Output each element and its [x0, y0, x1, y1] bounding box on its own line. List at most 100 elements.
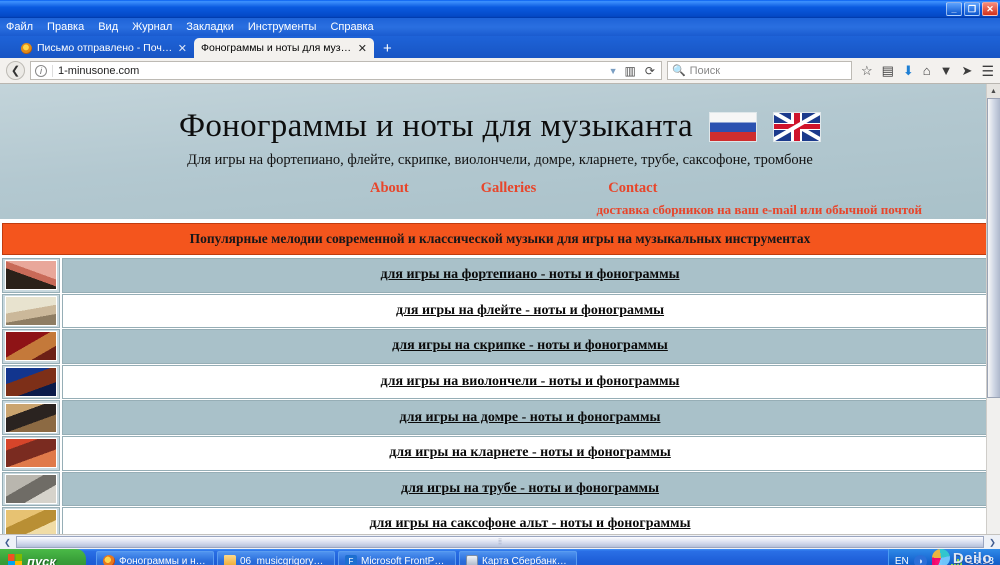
clock[interactable]: 15:13: [968, 555, 994, 565]
instrument-link[interactable]: для игры на саксофоне альт - ноты и фоно…: [369, 516, 690, 532]
domra-thumbnail-icon: [5, 402, 57, 433]
list-item[interactable]: для игры на скрипке - ноты и фонограммы: [2, 329, 998, 364]
close-button[interactable]: ✕: [982, 2, 998, 16]
language-indicator[interactable]: EN: [895, 556, 909, 565]
vertical-scroll-thumb[interactable]: [987, 98, 1000, 398]
web-page: Фонограммы и ноты для музыканта Для игры…: [0, 84, 1000, 534]
chevron-down-icon[interactable]: ▼: [609, 66, 618, 76]
url-input[interactable]: 1-minusone.com: [52, 64, 604, 77]
menu-history[interactable]: Журнал: [132, 21, 172, 33]
scroll-up-arrow-icon[interactable]: ▲: [987, 84, 1000, 98]
scroll-left-arrow-icon[interactable]: ❮: [0, 538, 15, 547]
instrument-link[interactable]: для игры на фортепиано - ноты и фонограм…: [380, 267, 679, 283]
vertical-scrollbar[interactable]: ▲: [986, 84, 1000, 534]
pocket-icon[interactable]: ▼: [940, 64, 953, 77]
link-cell[interactable]: для игры на флейте - ноты и фонограммы: [62, 293, 998, 329]
thumbnail-cell[interactable]: [2, 293, 60, 329]
link-cell[interactable]: для игры на виолончели - ноты и фонограм…: [62, 364, 998, 400]
tab-close-icon[interactable]: ✕: [178, 42, 187, 55]
start-button[interactable]: пуск: [0, 549, 86, 565]
window-controls: _ ❐ ✕: [946, 2, 998, 16]
security-shield-icon[interactable]: ◑: [913, 554, 927, 565]
uk-flag-icon[interactable]: [772, 111, 821, 142]
menu-edit[interactable]: Правка: [47, 21, 84, 33]
list-item[interactable]: для игры на домре - ноты и фонограммы: [2, 400, 998, 435]
link-cell[interactable]: для игры на скрипке - ноты и фонограммы: [62, 329, 998, 364]
link-cell[interactable]: для игры на кларнете - ноты и фонограммы: [62, 435, 998, 471]
tab-mail[interactable]: Письмо отправлено - Почта ... ✕: [14, 38, 194, 58]
link-cell[interactable]: для игры на фортепиано - ноты и фонограм…: [62, 258, 998, 293]
instrument-list: для игры на фортепиано - ноты и фонограм…: [0, 258, 1000, 534]
toolbar-icons: ☆ ▤ ⬇ ⌂ ▼ ➤ ☰: [857, 64, 994, 78]
menu-file[interactable]: Файл: [6, 21, 33, 33]
home-icon[interactable]: ⌂: [923, 64, 931, 77]
task-label: Карта Сбербанка.d...: [482, 555, 570, 565]
link-cell[interactable]: для игры на саксофоне альт - ноты и фоно…: [62, 507, 998, 534]
site-nav: About Galleries Contact: [0, 180, 1000, 197]
thumbnail-cell[interactable]: [2, 435, 60, 471]
instrument-link[interactable]: для игры на трубе - ноты и фонограммы: [401, 481, 659, 497]
clarinet-thumbnail-icon: [5, 438, 57, 469]
instrument-link[interactable]: для игры на виолончели - ноты и фонограм…: [381, 374, 680, 390]
instrument-link[interactable]: для игры на флейте - ноты и фонограммы: [396, 303, 664, 319]
bookmark-star-icon[interactable]: ☆: [861, 64, 873, 77]
thumbnail-cell[interactable]: [2, 329, 60, 364]
list-item[interactable]: для игры на виолончели - ноты и фонограм…: [2, 364, 998, 400]
signal-strength-icon[interactable]: [950, 555, 963, 565]
list-item[interactable]: для игры на фортепиано - ноты и фонограм…: [2, 258, 998, 293]
instrument-link[interactable]: для игры на домре - ноты и фонограммы: [400, 410, 661, 426]
nav-galleries[interactable]: Galleries: [481, 180, 537, 197]
download-icon[interactable]: ⬇: [903, 64, 914, 77]
horizontal-scroll-thumb[interactable]: ⦙⦙: [16, 536, 984, 548]
send-icon[interactable]: ➤: [962, 64, 973, 77]
library-icon[interactable]: ▤: [882, 64, 894, 77]
scroll-right-arrow-icon[interactable]: ❯: [985, 538, 1000, 547]
taskbar-item-frontpage[interactable]: F Microsoft FrontPage -...: [338, 551, 456, 565]
thumbnail-cell[interactable]: [2, 258, 60, 293]
list-item[interactable]: для игры на кларнете - ноты и фонограммы: [2, 435, 998, 471]
site-info-icon[interactable]: i: [35, 64, 47, 77]
list-item[interactable]: для игры на трубе - ноты и фонограммы: [2, 471, 998, 507]
tab-label: Письмо отправлено - Почта ...: [37, 42, 173, 54]
new-tab-button[interactable]: +: [374, 40, 401, 58]
start-label: пуск: [27, 553, 56, 565]
network-icon[interactable]: ▣: [931, 554, 945, 565]
reader-mode-icon[interactable]: ▥: [623, 64, 638, 78]
thumbnail-cell[interactable]: [2, 400, 60, 435]
nav-contact[interactable]: Contact: [608, 180, 657, 197]
menu-tools[interactable]: Инструменты: [248, 21, 317, 33]
list-item[interactable]: для игры на флейте - ноты и фонограммы: [2, 293, 998, 329]
task-buttons: Фонограммы и ноты ... 06_musicgrigory_na…: [96, 551, 577, 565]
hamburger-menu-icon[interactable]: ☰: [981, 64, 994, 78]
promo-banner-text: Популярные мелодии современной и классич…: [189, 231, 811, 246]
task-label: Фонограммы и ноты ...: [119, 555, 207, 565]
thumbnail-cell[interactable]: [2, 471, 60, 507]
browser-window: _ ❐ ✕ Файл Правка Вид Журнал Закладки Ин…: [0, 0, 1000, 565]
menu-help[interactable]: Справка: [330, 21, 373, 33]
nav-about[interactable]: About: [370, 180, 409, 197]
tab-close-icon[interactable]: ✕: [358, 42, 367, 55]
instrument-link[interactable]: для игры на кларнете - ноты и фонограммы: [389, 445, 671, 461]
tab-site[interactable]: Фонограммы и ноты для музыка... ✕: [194, 38, 374, 58]
minimize-button[interactable]: _: [946, 2, 962, 16]
taskbar-item-document[interactable]: Карта Сбербанка.d...: [459, 551, 577, 565]
firefox-icon: [103, 555, 115, 565]
menu-view[interactable]: Вид: [98, 21, 118, 33]
taskbar-item-firefox[interactable]: Фонограммы и ноты ...: [96, 551, 214, 565]
link-cell[interactable]: для игры на трубе - ноты и фонограммы: [62, 471, 998, 507]
cello-thumbnail-icon: [5, 367, 57, 398]
list-item[interactable]: для игры на саксофоне альт - ноты и фоно…: [2, 507, 998, 534]
thumbnail-cell[interactable]: [2, 364, 60, 400]
back-button[interactable]: ❮: [6, 61, 25, 80]
reload-icon[interactable]: ⟳: [643, 64, 657, 78]
link-cell[interactable]: для игры на домре - ноты и фонограммы: [62, 400, 998, 435]
search-input[interactable]: 🔍 Поиск: [666, 61, 852, 80]
thumbnail-cell[interactable]: [2, 507, 60, 534]
russian-flag-icon[interactable]: [708, 111, 757, 142]
url-bar[interactable]: i 1-minusone.com ▼ ▥ ⟳: [30, 61, 662, 80]
taskbar-item-folder[interactable]: 06_musicgrigory_nar...: [217, 551, 335, 565]
restore-button[interactable]: ❐: [964, 2, 980, 16]
menu-bookmarks[interactable]: Закладки: [186, 21, 234, 33]
instrument-link[interactable]: для игры на скрипке - ноты и фонограммы: [392, 338, 668, 354]
horizontal-scrollbar[interactable]: ❮ ⦙⦙ ❯: [0, 534, 1000, 549]
